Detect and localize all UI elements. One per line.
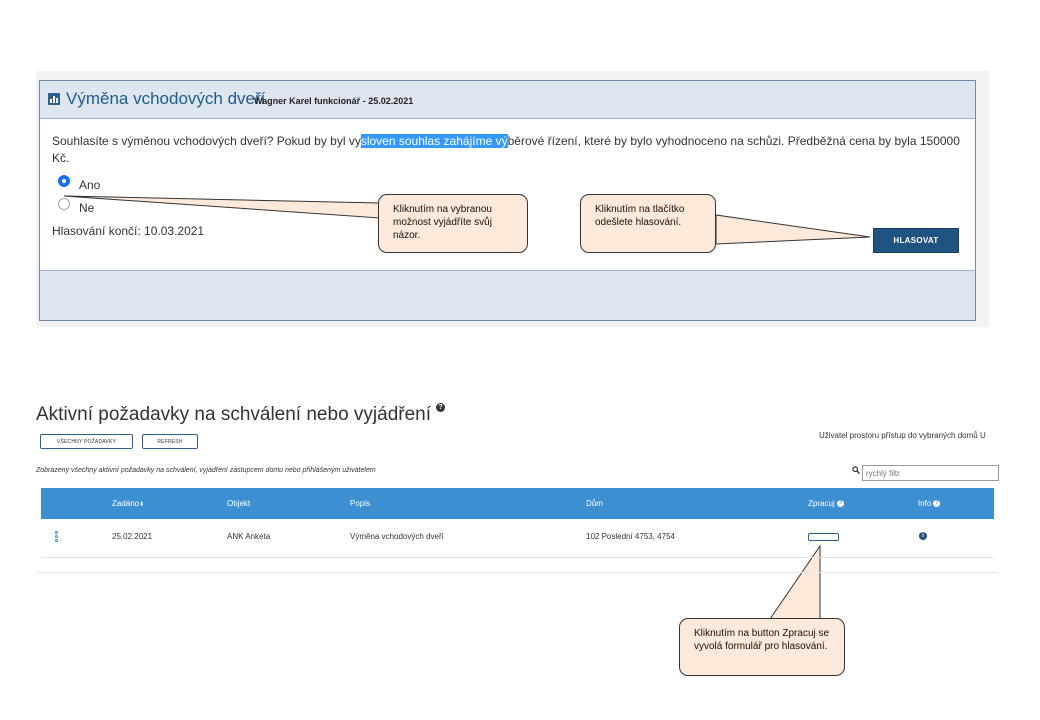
column-info: Info? — [918, 499, 941, 508]
column-objekt: Objekt — [227, 499, 251, 508]
column-zpracuj: Zpracuj? — [808, 499, 844, 508]
requests-description: Zobrazeny všechny aktivní požadavky na s… — [36, 467, 376, 474]
user-access-info: Uživatel prostoru přístup do vybraných d… — [819, 431, 986, 440]
cell-popis: Výměna vchodových dveří — [350, 532, 444, 541]
refresh-button[interactable]: REFRESH — [142, 434, 198, 449]
cell-dum: 102 Poslední 4753, 4754 — [586, 532, 675, 541]
callout-choose-option: Kliknutím na vybranou možnost vyjádříte … — [378, 194, 528, 253]
search-icon — [852, 466, 860, 474]
info-icon[interactable]: i — [919, 532, 927, 540]
table-header: Zadáno⬍ Objekt Popis Dům Zpracuj? Info? — [41, 488, 994, 519]
cell-objekt: ANK Anketa — [227, 532, 271, 541]
callout-pointers — [63, 195, 871, 620]
callout-vote-button: Kliknutím na tlačítko odešlete hlasování… — [580, 194, 716, 253]
column-zadano[interactable]: Zadáno⬍ — [112, 499, 144, 508]
help-icon: ? — [933, 500, 941, 508]
column-dum: Dům — [586, 499, 603, 508]
column-popis: Popis — [350, 499, 371, 508]
help-icon[interactable]: ? — [436, 403, 445, 412]
row-menu-icon[interactable] — [55, 531, 59, 547]
cell-zadano: 25.02.2021 — [112, 532, 153, 541]
all-requests-button[interactable]: VŠECHNY POŽADAVKY — [40, 434, 133, 449]
table-row: 25.02.2021 ANK Anketa Výměna vchodových … — [41, 520, 994, 558]
sort-icon: ⬍ — [139, 502, 145, 508]
table-divider — [36, 572, 998, 573]
quick-filter-input[interactable] — [862, 465, 999, 481]
callout-pointer-vote — [715, 214, 871, 245]
process-button[interactable] — [808, 533, 839, 541]
callout-pointer-choose — [63, 195, 381, 219]
requests-title: Aktivní požadavky na schválení nebo vyjá… — [36, 404, 432, 425]
callout-process-button: Kliknutím na button Zpracuj se vyvolá fo… — [679, 618, 845, 676]
help-icon: ? — [836, 500, 844, 508]
